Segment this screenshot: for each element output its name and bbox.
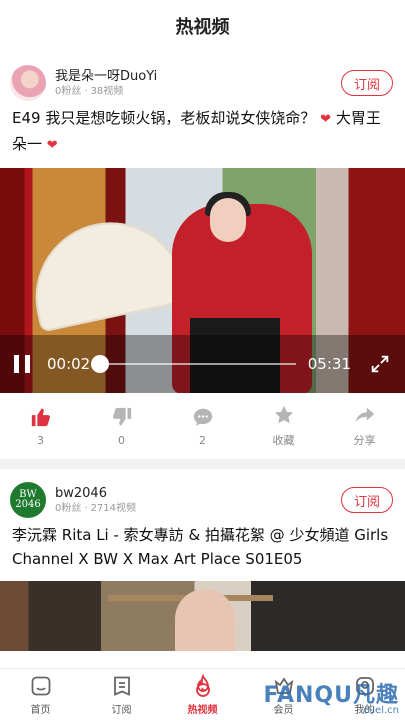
author-info[interactable]: bw2046 0粉丝 · 2714视频 [55,485,136,515]
top-bar: 热视频 [0,0,405,52]
videos-count: 38视频 [90,86,124,97]
card-divider [0,459,405,469]
comment-icon [193,408,212,426]
thumbs-up-icon [31,408,50,426]
current-time: 00:02 [47,355,91,373]
page-title: 热视频 [175,17,230,38]
avatar[interactable]: BW 2046 [10,482,46,518]
comment-count: 2 [199,433,206,447]
videos-count: 2714视频 [90,503,137,514]
video-title[interactable]: E49 我只是想吃顿火锅，老板却说女侠饶命？ ❤ 大胃王朵一 ❤ [0,106,405,158]
avatar[interactable] [10,65,46,101]
share-label: 分享 [353,434,376,447]
thumbs-down-icon [112,407,131,425]
author-stats: 0粉丝 · 38视频 [55,85,157,98]
subscription-icon [113,676,130,696]
video-card: 我是朵一呀DuoYi 0粉丝 · 38视频 订阅 E49 我只是想吃顿火锅，老板… [0,65,405,459]
comment-button[interactable]: 2 [162,406,243,447]
like-button[interactable]: 3 [0,406,81,447]
author-name[interactable]: 我是朵一呀DuoYi [55,68,157,85]
share-button[interactable]: 分享 [324,404,405,448]
action-bar: 3 0 2 收藏 分享 [0,393,405,459]
tab-subscription[interactable]: 订阅 [81,669,162,720]
dislike-button[interactable]: 0 [81,406,162,447]
progress-knob[interactable] [91,355,110,373]
watermark-url: cuel.cn [363,705,399,716]
tab-hot-video[interactable]: 热视频 [162,669,243,720]
tab-label: 热视频 [187,704,218,716]
total-time: 05:31 [307,355,351,373]
heart-icon: ❤ [320,112,332,127]
video-frame-face [210,198,246,242]
author-row: 我是朵一呀DuoYi 0粉丝 · 38视频 订阅 [0,65,405,101]
collect-label: 收藏 [272,434,295,447]
star-icon [274,405,293,424]
subscribe-button[interactable]: 订阅 [341,487,393,513]
hot-video-icon [195,673,210,697]
video-frame-fan [21,208,189,333]
tab-label: 首页 [30,704,51,716]
video-frame-person [175,589,235,651]
avatar-text: BW 2046 [15,489,41,510]
video-thumbnail[interactable] [0,581,405,651]
tab-home[interactable]: 首页 [0,669,81,720]
author-info[interactable]: 我是朵一呀DuoYi 0粉丝 · 38视频 [55,68,157,98]
share-icon [355,407,374,423]
meta-separator: · [84,86,88,97]
author-row: BW 2046 bw2046 0粉丝 · 2714视频 订阅 [0,482,405,518]
fullscreen-icon[interactable] [369,353,391,375]
dislike-count: 0 [118,433,125,447]
video-title[interactable]: 李沅霖 Rita Li - 索女專訪 & 拍攝花絮 @ 少女頻道 Girls C… [0,523,405,571]
fans-count: 0粉丝 [55,86,82,97]
tab-label: 订阅 [111,704,132,716]
pause-icon[interactable] [14,355,30,373]
home-icon [31,676,50,695]
collect-button[interactable]: 收藏 [243,404,324,448]
like-count: 3 [37,433,44,447]
author-name[interactable]: bw2046 [55,485,136,502]
fans-count: 0粉丝 [55,503,82,514]
heart-icon: ❤ [46,138,58,153]
video-card: BW 2046 bw2046 0粉丝 · 2714视频 订阅 李沅霖 Rita … [0,482,405,651]
watermark: FANQU凡趣 cuel.cn [263,677,399,716]
video-player[interactable]: 00:02 05:31 [0,168,405,393]
video-title-text: E49 我只是想吃顿火锅，老板却说女侠饶命？ [12,109,316,127]
progress-track[interactable] [91,355,296,373]
author-stats: 0粉丝 · 2714视频 [55,502,136,515]
meta-separator: · [84,503,88,514]
player-controls: 00:02 05:31 [0,335,405,393]
subscribe-button[interactable]: 订阅 [341,70,393,96]
